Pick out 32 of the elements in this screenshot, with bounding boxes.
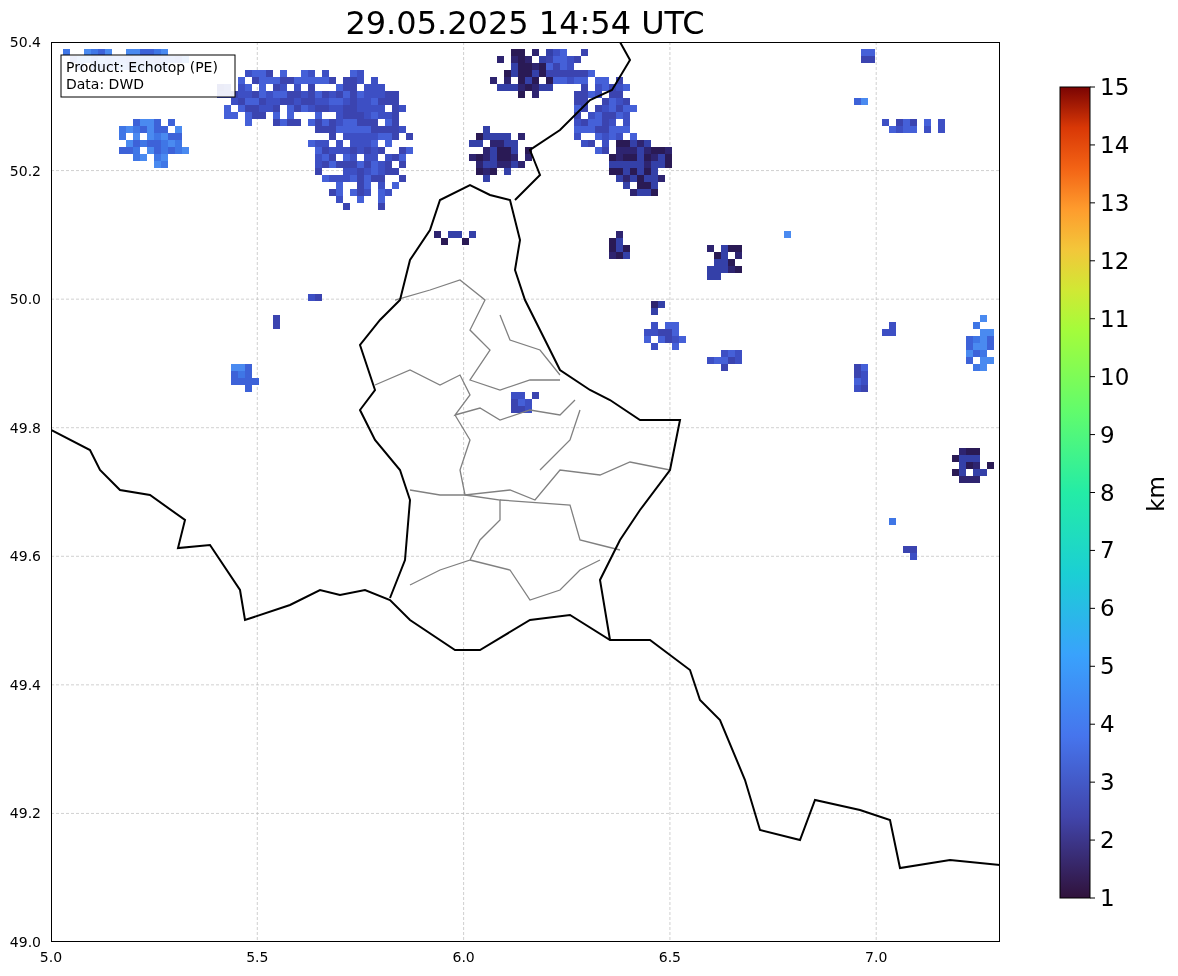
colorbar-tick-label: 9 (1100, 421, 1115, 448)
x-tick-label: 7.0 (865, 949, 888, 965)
y-tick-label: 49.4 (9, 676, 41, 693)
info-text: Product: Echotop (PE) (66, 59, 218, 75)
x-tick-label: 6.0 (452, 949, 475, 965)
y-tick-label: 50.0 (9, 291, 41, 308)
colorbar-tick-label: 8 (1100, 479, 1115, 506)
y-tick-label: 50.2 (9, 162, 41, 179)
y-tick-label: 49.6 (9, 548, 41, 565)
colorbar-tick-label: 2 (1100, 827, 1115, 854)
colorbar-tick-label: 1 (1100, 885, 1115, 911)
x-tick-label: 6.5 (658, 949, 682, 965)
y-tick-label: 49.8 (9, 419, 41, 436)
colorbar-tick-label: 6 (1100, 595, 1115, 622)
colorbar-tick-label: 11 (1100, 305, 1130, 332)
colorbar-tick-label: 10 (1100, 363, 1130, 390)
colorbar-label: km (1143, 476, 1169, 512)
y-tick-label: 50.4 (9, 34, 41, 50)
x-tick-label: 5.0 (39, 949, 63, 965)
colorbar-tick-label: 4 (1100, 711, 1115, 738)
y-tick-label: 49.0 (9, 934, 41, 950)
colorbar-tick-label: 12 (1100, 247, 1130, 274)
colorbar-tick-label: 14 (1100, 131, 1130, 158)
colorbar-tick-label: 3 (1100, 769, 1115, 796)
colorbar-tick-label: 15 (1100, 74, 1130, 100)
colorbar-tick-label: 7 (1100, 537, 1115, 564)
info-text: Data: DWD (66, 76, 144, 92)
y-tick-label: 49.2 (9, 805, 41, 822)
x-tick-label: 5.5 (246, 949, 269, 965)
colorbar-tick-label: 5 (1100, 653, 1115, 680)
chart-title: 29.05.2025 14:54 UTC (345, 4, 705, 42)
colorbar-tick-label: 13 (1100, 189, 1130, 216)
